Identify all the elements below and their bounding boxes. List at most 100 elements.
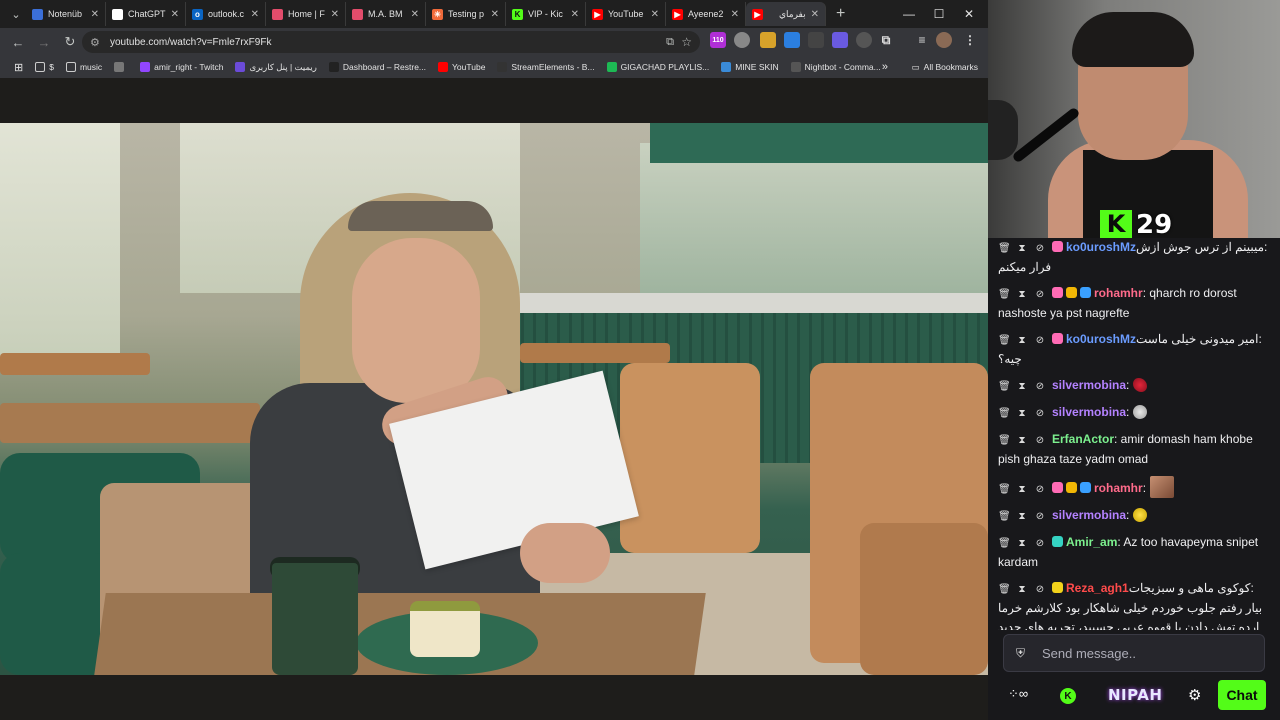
close-tab-icon[interactable]: ✕ (91, 9, 99, 20)
close-tab-icon[interactable]: ✕ (811, 9, 819, 20)
trash-icon[interactable]: 🗑 (998, 331, 1011, 350)
bookmark-item[interactable]: amir_right - Twitch (134, 62, 229, 73)
extension-icon[interactable] (832, 32, 848, 48)
trash-icon[interactable]: 🗑 (998, 377, 1011, 396)
chat-username[interactable]: rohamhr (1094, 481, 1143, 495)
bookmark-item[interactable]: MINE SKIN (715, 62, 784, 73)
bookmark-item[interactable]: GIGACHAD PLAYLIS... (601, 62, 716, 73)
browser-tab[interactable]: ChatGPT ✕ (106, 2, 186, 26)
hourglass-icon[interactable]: ⧗ (1016, 580, 1028, 599)
cast-icon[interactable]: ⧉ (666, 36, 674, 49)
minimize-button[interactable]: — (894, 0, 924, 28)
close-tab-icon[interactable]: ✕ (491, 9, 499, 20)
trash-icon[interactable]: 🗑 (998, 239, 1011, 258)
chat-username[interactable]: rohamhr (1094, 286, 1143, 300)
bookmark-item[interactable]: ریمیت | پنل کاربری (229, 62, 322, 73)
ban-icon[interactable]: ⊘ (1034, 534, 1046, 553)
browser-tab[interactable]: ▶ YouTube ✕ (586, 2, 666, 26)
profile-avatar[interactable] (936, 32, 952, 48)
chat-username[interactable]: ko0uroshMz (1066, 240, 1136, 254)
settings-gear-icon[interactable]: ⚙ (1188, 686, 1201, 704)
trash-icon[interactable]: 🗑 (998, 285, 1011, 304)
all-bookmarks-folder[interactable]: ▭ All Bookmarks (912, 56, 978, 78)
bookmark-item[interactable]: StreamElements - B... (491, 62, 600, 73)
trash-icon[interactable]: 🗑 (998, 404, 1011, 423)
bookmark-item[interactable]: Dashboard – Restre... (323, 62, 432, 73)
trash-icon[interactable]: 🗑 (998, 534, 1011, 553)
browser-tab[interactable]: o outlook.c ✕ (186, 2, 266, 26)
extension-icon[interactable] (760, 32, 776, 48)
reload-button[interactable]: ↻ (58, 30, 82, 54)
link-infinity-icon[interactable]: ⁘∞ (1008, 686, 1028, 702)
trash-icon[interactable]: 🗑 (998, 507, 1011, 526)
browser-tab[interactable]: Home | F ✕ (266, 2, 346, 26)
browser-tab[interactable]: ✳ Testing p ✕ (426, 2, 506, 26)
chat-username[interactable]: silvermobina (1052, 508, 1126, 522)
extension-icon[interactable] (784, 32, 800, 48)
address-bar[interactable]: ⚙ youtube.com/watch?v=Fmle7rxF9Fk ⧉ ☆ (82, 31, 700, 53)
close-tab-icon[interactable]: ✕ (571, 9, 579, 20)
ban-icon[interactable]: ⊘ (1034, 431, 1046, 450)
trash-icon[interactable]: 🗑 (998, 580, 1011, 599)
bookmark-item[interactable] (108, 62, 134, 73)
ban-icon[interactable]: ⊘ (1034, 285, 1046, 304)
close-tab-icon[interactable]: ✕ (331, 9, 339, 20)
browser-tab[interactable]: M.A. BM ✕ (346, 2, 426, 26)
ban-icon[interactable]: ⊘ (1034, 580, 1046, 599)
new-tab-button[interactable]: + (836, 5, 845, 23)
ban-icon[interactable]: ⊘ (1034, 404, 1046, 423)
extension-icon[interactable] (808, 32, 824, 48)
ban-icon[interactable]: ⊘ (1034, 377, 1046, 396)
reading-list-icon[interactable]: ≡ (914, 32, 930, 48)
ban-icon[interactable]: ⊘ (1034, 239, 1046, 258)
chat-username[interactable]: silvermobina (1052, 378, 1126, 392)
extension-icon[interactable] (856, 32, 872, 48)
hourglass-icon[interactable]: ⧗ (1016, 285, 1028, 304)
hourglass-icon[interactable]: ⧗ (1016, 480, 1028, 499)
hourglass-icon[interactable]: ⧗ (1016, 431, 1028, 450)
browser-tab[interactable]: K VIP - Kic ✕ (506, 2, 586, 26)
close-tab-icon[interactable]: ✕ (731, 9, 739, 20)
hourglass-icon[interactable]: ⧗ (1016, 404, 1028, 423)
ban-icon[interactable]: ⊘ (1034, 331, 1046, 350)
ban-icon[interactable]: ⊘ (1034, 480, 1046, 499)
forward-button[interactable]: → (32, 30, 56, 54)
hourglass-icon[interactable]: ⧗ (1016, 239, 1028, 258)
hourglass-icon[interactable]: ⧗ (1016, 331, 1028, 350)
close-tab-icon[interactable]: ✕ (251, 9, 259, 20)
hourglass-icon[interactable]: ⧗ (1016, 507, 1028, 526)
bookmark-star-icon[interactable]: ☆ (681, 35, 692, 49)
chat-username[interactable]: silvermobina (1052, 405, 1126, 419)
hourglass-icon[interactable]: ⧗ (1016, 534, 1028, 553)
close-tab-icon[interactable]: ✕ (651, 9, 659, 20)
back-button[interactable]: ← (6, 30, 30, 54)
close-tab-icon[interactable]: ✕ (171, 9, 179, 20)
trash-icon[interactable]: 🗑 (998, 480, 1011, 499)
apps-grid-icon[interactable]: ⊞ (8, 61, 29, 74)
bookmarks-overflow-chevron-icon[interactable]: » (882, 56, 888, 78)
extensions-puzzle-icon[interactable]: ⧉ (878, 32, 894, 48)
trash-icon[interactable]: 🗑 (998, 431, 1011, 450)
shield-icon[interactable]: ⛨ (1016, 646, 1036, 661)
kick-emote-icon[interactable]: K (1060, 688, 1076, 704)
nipah-brand[interactable]: NIPAH (1108, 686, 1162, 704)
chat-username[interactable]: ErfanActor (1052, 432, 1114, 446)
chat-username[interactable]: Amir_am (1066, 535, 1117, 549)
hourglass-icon[interactable]: ⧗ (1016, 377, 1028, 396)
bookmark-item[interactable]: Nightbot - Comma... (785, 62, 887, 73)
tab-search-icon[interactable]: ⌄ (6, 4, 26, 24)
browser-tab[interactable]: ▶ بفرماي ✕ (746, 2, 826, 26)
video-player[interactable] (0, 123, 988, 675)
bookmark-item[interactable]: music (60, 62, 108, 73)
browser-tab[interactable]: Notenüb ✕ (26, 2, 106, 26)
ban-icon[interactable]: ⊘ (1034, 507, 1046, 526)
menu-kebab-icon[interactable]: ⋮ (962, 32, 978, 48)
close-tab-icon[interactable]: ✕ (411, 9, 419, 20)
chat-input-box[interactable]: ⛨ (1003, 634, 1265, 672)
site-info-icon[interactable]: ⚙ (90, 36, 106, 49)
bookmark-item[interactable]: YouTube (432, 62, 491, 73)
chat-message-input[interactable] (1042, 645, 1242, 661)
chat-username[interactable]: ko0uroshMz (1066, 332, 1136, 346)
chat-send-button[interactable]: Chat (1218, 680, 1266, 710)
browser-tab[interactable]: ▶ Ayeene2 ✕ (666, 2, 746, 26)
